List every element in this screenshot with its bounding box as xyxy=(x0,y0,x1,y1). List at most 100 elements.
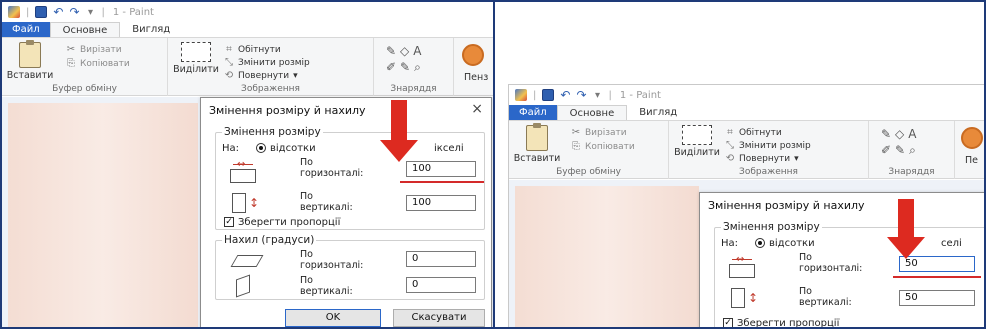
red-arrow-shaft xyxy=(391,100,407,140)
red-arrow-shaft xyxy=(898,199,914,237)
select-button[interactable]: Виділити xyxy=(172,42,220,75)
image-group: Виділити ⌗ Обітнути ⤡ Змінити розмір ⟲ П… xyxy=(669,121,869,179)
tab-home[interactable]: Основне xyxy=(49,22,121,37)
window-title: 1 - Paint xyxy=(619,89,661,101)
keep-ratio-label: Зберегти пропорції xyxy=(737,318,840,327)
scissors-icon: ✂ xyxy=(66,44,76,55)
paste-button[interactable]: Вставити xyxy=(6,40,54,81)
by-label: На: xyxy=(721,238,739,249)
rotate-button[interactable]: ⟲ Повернути ▾ xyxy=(224,70,298,81)
brushes-label: Пе xyxy=(965,155,978,166)
skew-horizontal-input[interactable]: 0 xyxy=(406,251,476,267)
rotate-icon: ⟲ xyxy=(224,70,234,81)
select-icon xyxy=(682,125,712,145)
cancel-button[interactable]: Скасувати xyxy=(393,309,485,327)
undo-icon[interactable]: ↶ xyxy=(53,6,63,18)
rotate-button[interactable]: ⟲ Повернути ▾ xyxy=(725,153,799,164)
paste-label: Вставити xyxy=(6,70,54,81)
skew-vertical-label-1: По xyxy=(300,275,313,286)
crop-button[interactable]: ⌗ Обітнути xyxy=(224,44,281,55)
paint-app-icon xyxy=(515,89,527,101)
eraser-picker-magnifier-icons[interactable]: ✐✎⌕ xyxy=(386,60,425,75)
title-separator: | xyxy=(26,6,30,18)
percent-radio[interactable] xyxy=(755,238,765,248)
paste-label: Вставити xyxy=(513,153,561,164)
customize-dropdown-icon[interactable]: ▾ xyxy=(86,7,96,18)
brushes-icon[interactable] xyxy=(961,127,983,149)
ribbon-right: Вставити ✂ Вирізати ⎘ Копіювати Буфер об… xyxy=(509,121,984,179)
paste-button[interactable]: Вставити xyxy=(513,123,561,164)
tab-file[interactable]: Файл xyxy=(2,22,50,37)
by-label: На: xyxy=(222,143,240,154)
tab-view[interactable]: Вигляд xyxy=(120,22,182,37)
save-icon[interactable] xyxy=(35,6,48,18)
copy-icon: ⎘ xyxy=(572,141,580,152)
skew-fieldset: Нахил (градуси) По горизонталі: 0 По вер… xyxy=(215,234,485,300)
vertical-input[interactable]: 50 xyxy=(899,290,975,306)
tools-group-label: Знаряддя xyxy=(390,84,437,94)
vertical-label-1: По xyxy=(300,191,313,202)
horizontal-input[interactable]: 100 xyxy=(406,161,476,177)
customize-dropdown-icon[interactable]: ▾ xyxy=(593,90,603,101)
crop-icon: ⌗ xyxy=(727,127,733,138)
crop-label: Обітнути xyxy=(238,44,281,55)
select-button[interactable]: Виділити xyxy=(673,125,721,158)
pencil-fill-text-icons[interactable]: ✎◇A xyxy=(881,127,921,141)
horizontal-resize-icon xyxy=(729,254,755,278)
vertical-input[interactable]: 100 xyxy=(406,195,476,211)
resize-button[interactable]: ⤡ Змінити розмір xyxy=(224,57,310,68)
cut-button[interactable]: ✂ Вирізати xyxy=(66,44,122,55)
cut-button[interactable]: ✂ Вирізати xyxy=(571,127,627,138)
tools-group: ✎◇A ✐✎⌕ Знаряддя xyxy=(374,38,454,96)
keep-ratio-checkbox[interactable]: ✓ xyxy=(224,217,234,227)
title-bar-right: | ↶ ↷ ▾ | 1 - Paint xyxy=(509,85,984,105)
crop-button[interactable]: ⌗ Обітнути xyxy=(725,127,782,138)
copy-button[interactable]: ⎘ Копіювати xyxy=(571,141,635,152)
ribbon: Вставити ✂ Вирізати ⎘ Копіювати Буфер об… xyxy=(2,38,493,96)
tools-group-label: Знаряддя xyxy=(888,167,935,177)
horizontal-underline-highlight xyxy=(400,181,484,183)
rotate-label: Повернути xyxy=(238,70,290,81)
clipboard-group-label: Буфер обміну xyxy=(52,84,117,94)
canvas-image[interactable] xyxy=(515,186,699,327)
resize-button[interactable]: ⤡ Змінити розмір xyxy=(725,140,811,151)
red-arrow-head xyxy=(380,140,418,162)
clipboard-group-label: Буфер обміну xyxy=(556,167,621,177)
resize-section-label: Змінення розміру xyxy=(721,221,822,233)
resize-label: Змінити розмір xyxy=(739,140,811,151)
resize-icon: ⤡ xyxy=(225,57,233,68)
percent-radio[interactable] xyxy=(256,143,266,153)
percent-label: відсотки xyxy=(270,143,316,154)
save-icon[interactable] xyxy=(542,89,555,101)
ok-button[interactable]: OK xyxy=(285,309,381,327)
copy-button[interactable]: ⎘ Копіювати xyxy=(66,58,130,69)
vertical-label-2: вертикалі: xyxy=(799,297,852,308)
skew-horizontal-label-1: По xyxy=(300,249,313,260)
horizontal-resize-icon xyxy=(230,159,256,183)
horizontal-label-1: По xyxy=(799,252,812,263)
pencil-fill-text-icons[interactable]: ✎◇A xyxy=(386,44,426,58)
cut-label: Вирізати xyxy=(80,44,122,55)
tab-file[interactable]: Файл xyxy=(509,105,557,120)
close-icon[interactable]: × xyxy=(471,101,483,117)
clipboard-icon xyxy=(526,123,548,151)
redo-icon[interactable]: ↷ xyxy=(576,89,586,101)
tab-home[interactable]: Основне xyxy=(556,105,628,120)
undo-icon[interactable]: ↶ xyxy=(560,89,570,101)
copy-icon: ⎘ xyxy=(67,58,75,69)
rotate-dropdown-icon: ▾ xyxy=(794,153,799,164)
keep-ratio-checkbox[interactable]: ✓ xyxy=(723,318,733,327)
canvas-image[interactable] xyxy=(8,103,198,327)
tab-view[interactable]: Вигляд xyxy=(627,105,689,120)
clipboard-group: Вставити ✂ Вирізати ⎘ Копіювати Буфер об… xyxy=(509,121,669,179)
resize-section-label: Змінення розміру xyxy=(222,126,323,138)
skew-vertical-input[interactable]: 0 xyxy=(406,277,476,293)
resize-label: Змінити розмір xyxy=(238,57,310,68)
eraser-picker-magnifier-icons[interactable]: ✐✎⌕ xyxy=(881,143,920,158)
copy-label: Копіювати xyxy=(80,58,130,69)
crop-icon: ⌗ xyxy=(226,44,232,55)
brushes-icon[interactable] xyxy=(462,44,484,66)
pixels-label: ікселі xyxy=(434,143,464,154)
rotate-icon: ⟲ xyxy=(725,153,735,164)
redo-icon[interactable]: ↷ xyxy=(69,6,79,18)
